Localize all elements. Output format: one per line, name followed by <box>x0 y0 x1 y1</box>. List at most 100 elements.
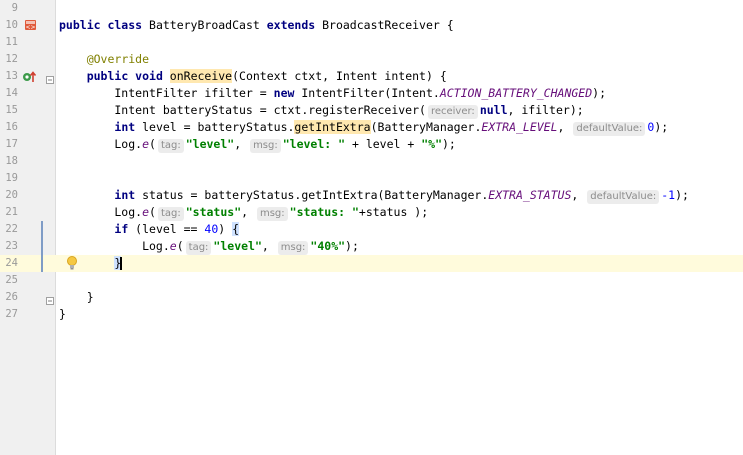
code-line[interactable]: 10 <> public class BatteryBroadCast extend… <box>0 17 743 34</box>
code-line[interactable]: 9 <box>0 0 743 17</box>
code-token[interactable] <box>59 222 114 236</box>
code-line[interactable]: 12 @Override <box>0 51 743 68</box>
fold-toggle-icon[interactable] <box>46 293 54 305</box>
code-text[interactable]: @Override <box>59 51 149 68</box>
code-token[interactable]: , <box>558 120 572 134</box>
code-text[interactable]: } <box>59 306 66 323</box>
code-token[interactable]: public void <box>87 69 170 83</box>
code-text[interactable]: if (level == 40) { <box>59 221 240 238</box>
code-token[interactable]: onReceive <box>169 69 233 83</box>
code-token[interactable] <box>59 120 114 134</box>
code-text[interactable]: Log.e(tag: "level", msg: "level: " + level… <box>59 136 456 153</box>
code-token[interactable]: IntentFilter ifilter = <box>59 86 274 100</box>
code-token[interactable]: "status" <box>186 205 241 219</box>
change-marker[interactable] <box>41 221 43 238</box>
code-line[interactable]: 27} <box>0 306 743 323</box>
code-token[interactable] <box>59 69 87 83</box>
code-token[interactable]: ); <box>345 239 359 253</box>
code-token[interactable]: status = batteryStatus.getIntExtra(Batte… <box>142 188 488 202</box>
code-line[interactable]: 11 <box>0 34 743 51</box>
code-text[interactable]: } <box>59 255 123 272</box>
code-text[interactable]: int status = batteryStatus.getIntExtra(B… <box>59 187 689 204</box>
code-token[interactable]: null <box>480 103 508 117</box>
code-text[interactable]: int level = batteryStatus.getIntExtra(Ba… <box>59 119 668 136</box>
code-token[interactable] <box>59 188 114 202</box>
code-line[interactable]: 13 public void onReceive(Context ctxt, I… <box>0 68 743 85</box>
change-marker[interactable] <box>41 255 43 272</box>
code-lines[interactable]: 9 10 <> public class BatteryBroadCast exten… <box>0 0 743 323</box>
class-icon[interactable]: <> <box>24 19 37 31</box>
code-token[interactable]: Log. <box>59 205 142 219</box>
code-token[interactable]: ) <box>218 222 232 236</box>
code-token[interactable]: extends <box>267 18 322 32</box>
code-token[interactable] <box>59 52 87 66</box>
code-token[interactable]: Intent batteryStatus = ctxt.registerRece… <box>59 103 426 117</box>
code-token[interactable]: IntentFilter(Intent. <box>301 86 439 100</box>
code-token[interactable]: (Context ctxt, Intent intent) { <box>232 69 447 83</box>
code-line[interactable]: 24 } <box>0 255 743 272</box>
code-token[interactable]: ACTION_BATTERY_CHANGED <box>440 86 592 100</box>
code-token[interactable]: ( <box>149 205 156 219</box>
code-token[interactable]: + level + <box>345 137 421 151</box>
text-caret[interactable] <box>120 257 123 270</box>
code-line[interactable]: 23 Log.e(tag: "level", msg: "40%"); <box>0 238 743 255</box>
code-text[interactable]: Intent batteryStatus = ctxt.registerRece… <box>59 102 584 119</box>
code-token[interactable]: } <box>59 307 66 321</box>
code-line[interactable]: 19 <box>0 170 743 187</box>
code-text[interactable]: Log.e(tag: "level", msg: "40%"); <box>59 238 359 255</box>
code-text[interactable]: public void onReceive(Context ctxt, Inte… <box>59 68 447 85</box>
code-line[interactable]: 21 Log.e(tag: "status", msg: "status: "+st… <box>0 204 743 221</box>
code-token[interactable]: , <box>234 137 248 151</box>
code-token[interactable]: ); <box>654 120 668 134</box>
code-token[interactable]: level = batteryStatus. <box>142 120 294 134</box>
code-text[interactable]: public class BatteryBroadCast extends Br… <box>59 17 454 34</box>
code-token[interactable]: 40 <box>204 222 218 236</box>
code-token[interactable]: BatteryBroadCast <box>149 18 267 32</box>
code-token[interactable]: +status ); <box>359 205 428 219</box>
code-line[interactable]: 25 <box>0 272 743 289</box>
code-text[interactable]: } <box>59 289 94 306</box>
code-token[interactable]: int <box>114 188 142 202</box>
code-token[interactable]: , <box>571 188 585 202</box>
code-token[interactable]: BroadcastReceiver { <box>322 18 454 32</box>
code-token[interactable]: (level == <box>135 222 204 236</box>
code-token[interactable]: , <box>241 205 255 219</box>
code-token[interactable]: (BatteryManager. <box>371 120 482 134</box>
code-token[interactable]: "level: " <box>283 137 345 151</box>
code-token[interactable]: EXTRA_LEVEL <box>481 120 557 134</box>
code-line[interactable]: 22 if (level == 40) { <box>0 221 743 238</box>
code-token[interactable]: new <box>274 86 302 100</box>
code-text[interactable]: Log.e(tag: "status", msg: "status: "+statu… <box>59 204 428 221</box>
fold-toggle-icon[interactable] <box>46 72 54 84</box>
code-token[interactable]: @Override <box>87 52 149 66</box>
change-marker[interactable] <box>41 238 43 255</box>
code-token[interactable]: Log. <box>59 239 170 253</box>
code-line[interactable]: 26 } <box>0 289 743 306</box>
override-icon[interactable] <box>22 70 38 83</box>
code-token[interactable]: ( <box>177 239 184 253</box>
code-token[interactable]: EXTRA_STATUS <box>488 188 571 202</box>
code-token[interactable]: e <box>142 137 149 151</box>
code-line[interactable]: 14 IntentFilter ifilter = new IntentFilt… <box>0 85 743 102</box>
code-token[interactable]: { <box>232 222 240 236</box>
code-token[interactable] <box>59 256 114 270</box>
code-line[interactable]: 17 Log.e(tag: "level", msg: "level: " + le… <box>0 136 743 153</box>
code-token[interactable]: int <box>114 120 142 134</box>
code-token[interactable]: , ifilter); <box>508 103 584 117</box>
code-token[interactable]: ); <box>675 188 689 202</box>
code-token[interactable]: "level" <box>186 137 234 151</box>
code-token[interactable]: public class <box>59 18 149 32</box>
code-line[interactable]: 18 <box>0 153 743 170</box>
code-token[interactable]: "40%" <box>310 239 345 253</box>
code-token[interactable]: if <box>114 222 135 236</box>
code-token[interactable]: "level" <box>213 239 261 253</box>
code-token[interactable]: "status: " <box>290 205 359 219</box>
code-token[interactable]: Log. <box>59 137 142 151</box>
code-token[interactable]: getIntExtra <box>294 120 371 134</box>
code-line[interactable]: 20 int status = batteryStatus.getIntExtr… <box>0 187 743 204</box>
code-line[interactable]: 15 Intent batteryStatus = ctxt.registerR… <box>0 102 743 119</box>
code-token[interactable]: ( <box>149 137 156 151</box>
code-editor[interactable]: 9 10 <> public class BatteryBroadCast exten… <box>0 0 743 455</box>
code-token[interactable]: e <box>142 205 149 219</box>
code-text[interactable]: IntentFilter ifilter = new IntentFilter(… <box>59 85 606 102</box>
